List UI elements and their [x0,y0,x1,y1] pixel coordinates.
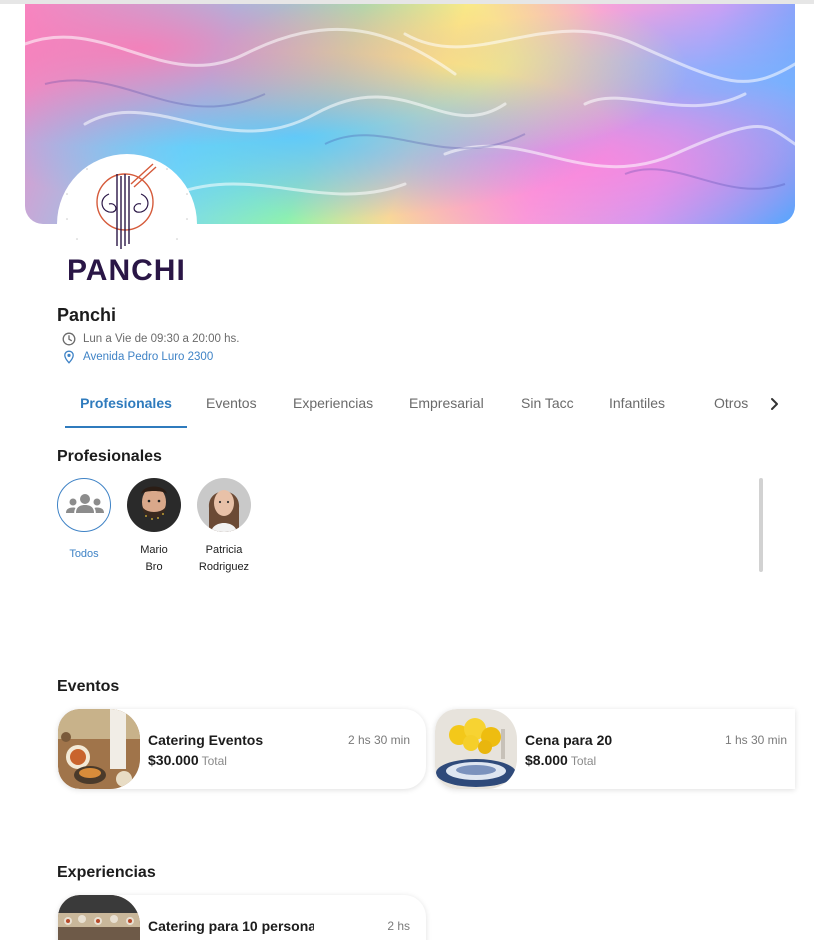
event-thumbnail [58,709,140,789]
price-value: $30.000 [148,752,199,768]
event-thumbnail [435,709,517,789]
business-name: Panchi [57,305,117,325]
tab-experiencias[interactable]: Experiencias [293,380,373,428]
experience-thumbnail [58,895,140,940]
section-title-eventos: Eventos [57,678,120,695]
event-card-catering-eventos[interactable]: Catering Eventos 2 hs 30 min $30.000 Tota… [58,709,426,789]
avatar [197,478,251,532]
price-value: $8.000 [525,752,568,768]
event-price: $8.000 Total [525,752,596,768]
category-tabs: Profesionales Eventos Experiencias Empre… [65,380,795,428]
tabs-next-button[interactable] [765,392,785,416]
tab-profesionales[interactable]: Profesionales [65,380,187,428]
opening-hours: Lun a Vie de 09:30 a 20:00 hs. [62,332,239,346]
chevron-right-icon [771,398,778,410]
tab-eventos[interactable]: Eventos [206,380,257,428]
tab-empresarial[interactable]: Empresarial [409,380,484,428]
event-duration: 1 hs 30 min [724,733,787,747]
price-suffix: Total [201,754,227,768]
professional-name: Patricia Rodriguez [198,544,250,573]
event-card-cena-para-20[interactable]: Cena para 20 1 hs 30 min $8.000 Total [435,709,795,789]
experience-card-catering-10[interactable]: Catering para 10 persona 2 hs [58,895,426,940]
professional-todos[interactable]: Todos [49,478,119,563]
address-link[interactable]: Avenida Pedro Luro 2300 [62,350,213,364]
professional-name: Mario Bro [140,544,168,573]
tab-infantiles[interactable]: Infantiles [609,380,665,428]
experience-title: Catering para 10 persona [148,918,314,934]
tab-otros[interactable]: Otros [714,380,748,428]
event-title: Cena para 20 [525,732,613,748]
section-title-profesionales: Profesionales [57,448,162,465]
price-suffix: Total [570,754,597,768]
professionals-scrollbar[interactable] [759,478,763,572]
hours-text: Lun a Vie de 09:30 a 20:00 hs. [83,333,240,345]
tab-sin-tacc[interactable]: Sin Tacc [521,380,574,428]
professional-mario-bro[interactable]: Mario Bro [119,478,189,576]
logo-wordmark: PANCHI [67,254,186,287]
location-pin-icon [64,350,74,364]
professional-name: Todos [69,548,99,560]
event-title: Catering Eventos [148,732,264,748]
avatar [127,478,181,532]
group-avatar [57,478,111,532]
section-title-experiencias: Experiencias [57,864,156,881]
professional-patricia-rodriguez[interactable]: Patricia Rodriguez [189,478,259,576]
address-text: Avenida Pedro Luro 2300 [83,351,214,363]
clock-icon [62,332,76,346]
event-duration: 2 hs 30 min [347,733,410,747]
experience-duration: 2 hs [387,919,410,933]
event-price: $30.000 Total [148,752,227,768]
group-icon [66,494,104,513]
business-logo: PANCHI [57,154,197,294]
